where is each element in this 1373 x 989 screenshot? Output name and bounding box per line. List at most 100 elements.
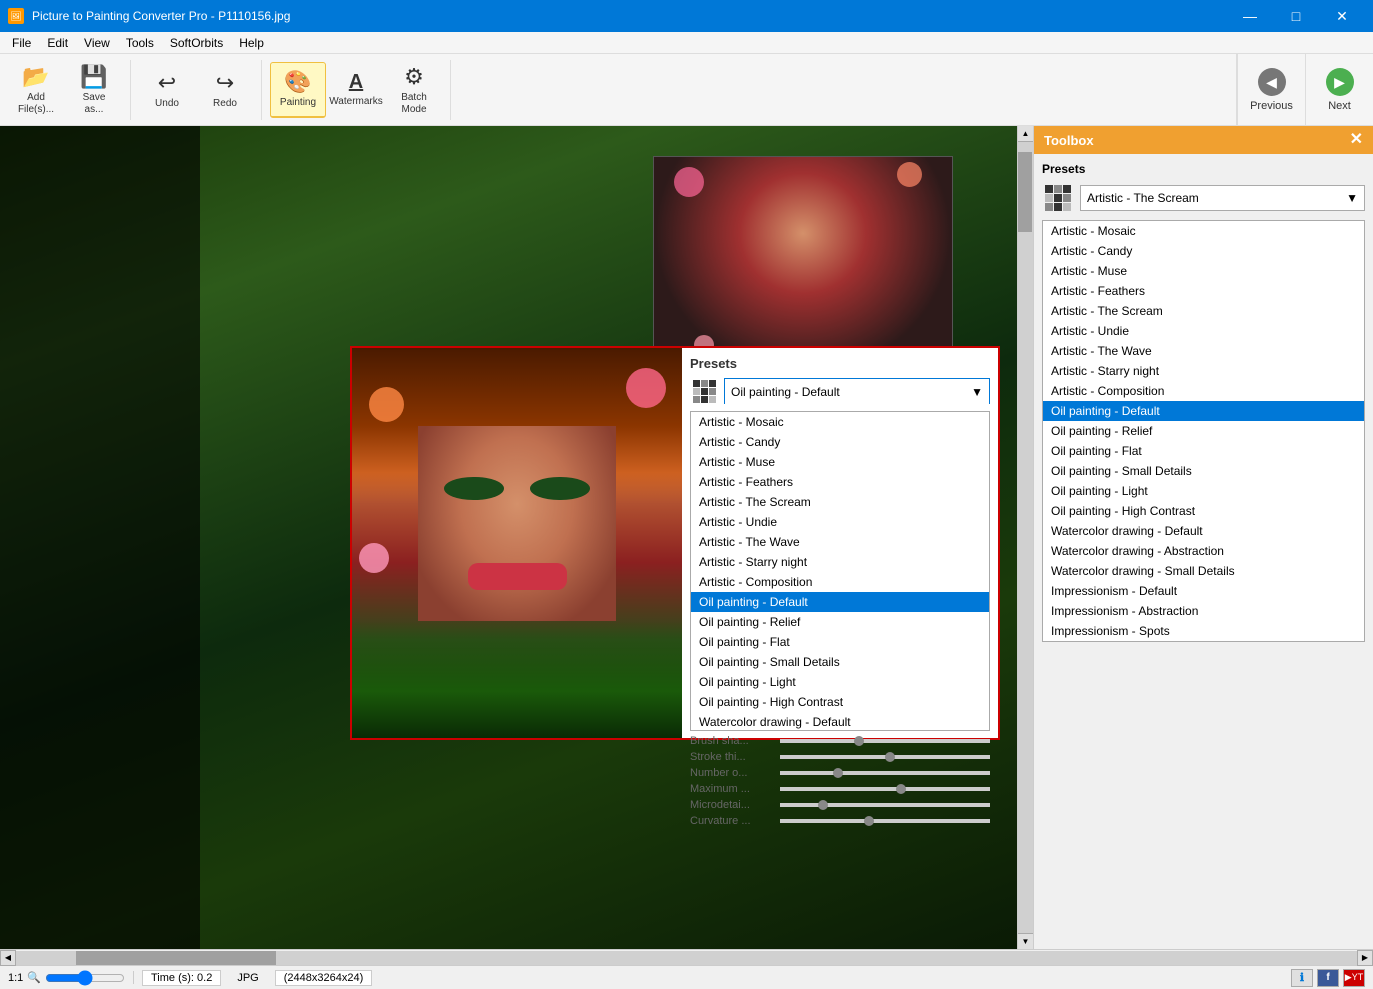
- add-files-button[interactable]: 📂 AddFile(s)...: [8, 62, 64, 118]
- fp-item-starry[interactable]: Artistic - Starry night: [691, 552, 989, 572]
- floating-presets-title: Presets: [690, 356, 990, 371]
- fp-item-feathers[interactable]: Artistic - Feathers: [691, 472, 989, 492]
- slider-stroke-track[interactable]: [780, 755, 990, 759]
- tb-item-starry[interactable]: Artistic - Starry night: [1043, 361, 1364, 381]
- painting-button[interactable]: 🎨 Painting: [270, 62, 326, 118]
- tb-item-oil-flat[interactable]: Oil painting - Flat: [1043, 441, 1364, 461]
- batch-mode-label: BatchMode: [401, 92, 427, 116]
- fp-item-wc-default[interactable]: Watercolor drawing - Default: [691, 712, 989, 731]
- menu-file[interactable]: File: [4, 34, 39, 52]
- slider-microdetail: Microdetai...: [690, 799, 990, 811]
- batch-mode-button[interactable]: ⚙ BatchMode: [386, 62, 442, 118]
- slider-curv-track[interactable]: [780, 819, 990, 823]
- menu-help[interactable]: Help: [231, 34, 272, 52]
- fp-item-candy[interactable]: Artistic - Candy: [691, 432, 989, 452]
- youtube-button[interactable]: ▶YT: [1343, 969, 1365, 987]
- toolbox-title: Toolbox: [1044, 133, 1094, 148]
- watermarks-button[interactable]: A Watermarks: [328, 62, 384, 118]
- fp-item-oil-flat[interactable]: Oil painting - Flat: [691, 632, 989, 652]
- maximize-button[interactable]: □: [1273, 0, 1319, 32]
- slider-number-track[interactable]: [780, 771, 990, 775]
- menu-edit[interactable]: Edit: [39, 34, 76, 52]
- save-as-button[interactable]: 💾 Saveas...: [66, 62, 122, 118]
- redo-button[interactable]: ↪ Redo: [197, 62, 253, 118]
- previous-button[interactable]: ◀ Previous: [1237, 54, 1305, 126]
- toolbar: 📂 AddFile(s)... 💾 Saveas... ↩ Undo ↪ Red…: [0, 54, 1373, 126]
- info-button[interactable]: ℹ: [1291, 969, 1313, 987]
- toolbox-preset-list: Artistic - Mosaic Artistic - Candy Artis…: [1042, 220, 1365, 642]
- undo-button[interactable]: ↩ Undo: [139, 62, 195, 118]
- tb-item-oil-default[interactable]: Oil painting - Default: [1043, 401, 1364, 421]
- slider-max-thumb[interactable]: [896, 784, 906, 794]
- vertical-scrollbar[interactable]: ▲ ▼: [1017, 126, 1033, 949]
- fp-item-undie[interactable]: Artistic - Undie: [691, 512, 989, 532]
- tb-item-muse[interactable]: Artistic - Muse: [1043, 261, 1364, 281]
- slider-micro-label: Microdetai...: [690, 799, 780, 811]
- tb-item-composition[interactable]: Artistic - Composition: [1043, 381, 1364, 401]
- fp-item-muse[interactable]: Artistic - Muse: [691, 452, 989, 472]
- fp-item-oil-high-contrast[interactable]: Oil painting - High Contrast: [691, 692, 989, 712]
- fp-item-mosaic[interactable]: Artistic - Mosaic: [691, 412, 989, 432]
- scroll-right-button[interactable]: ▶: [1357, 950, 1373, 966]
- menu-tools[interactable]: Tools: [118, 34, 162, 52]
- tb-item-imp-default[interactable]: Impressionism - Default: [1043, 581, 1364, 601]
- tb-item-feathers[interactable]: Artistic - Feathers: [1043, 281, 1364, 301]
- toolbox-close-button[interactable]: ✕: [1350, 132, 1363, 148]
- tb-item-oil-relief[interactable]: Oil painting - Relief: [1043, 421, 1364, 441]
- tb-item-candy[interactable]: Artistic - Candy: [1043, 241, 1364, 261]
- h-scroll-thumb[interactable]: [76, 951, 276, 965]
- slider-number-thumb[interactable]: [833, 768, 843, 778]
- slider-stroke-thumb[interactable]: [885, 752, 895, 762]
- tb-item-oil-light[interactable]: Oil painting - Light: [1043, 481, 1364, 501]
- flower-overlay-1: [626, 368, 666, 408]
- fp-item-composition[interactable]: Artistic - Composition: [691, 572, 989, 592]
- previous-icon: ◀: [1258, 68, 1286, 96]
- tb-item-wc-default[interactable]: Watercolor drawing - Default: [1043, 521, 1364, 541]
- fp-item-scream[interactable]: Artistic - The Scream: [691, 492, 989, 512]
- canvas-area[interactable]: Presets: [0, 126, 1033, 949]
- close-button[interactable]: ✕: [1319, 0, 1365, 32]
- tb-item-oil-high-contrast[interactable]: Oil painting - High Contrast: [1043, 501, 1364, 521]
- slider-micro-track[interactable]: [780, 803, 990, 807]
- slider-micro-thumb[interactable]: [818, 800, 828, 810]
- scroll-left-button[interactable]: ◀: [0, 950, 16, 966]
- slider-stroke-label: Stroke thi...: [690, 751, 780, 763]
- batch-mode-icon: ⚙: [404, 64, 424, 90]
- scroll-track[interactable]: [1018, 142, 1033, 933]
- tb-item-mosaic[interactable]: Artistic - Mosaic: [1043, 221, 1364, 241]
- fp-item-oil-relief[interactable]: Oil painting - Relief: [691, 612, 989, 632]
- minimize-button[interactable]: —: [1227, 0, 1273, 32]
- menu-softorbits[interactable]: SoftOrbits: [162, 34, 231, 52]
- floating-preset-dropdown[interactable]: Oil painting - Default ▼: [724, 378, 990, 404]
- slider-curv-thumb[interactable]: [864, 816, 874, 826]
- tb-item-wave[interactable]: Artistic - The Wave: [1043, 341, 1364, 361]
- fp-item-oil-default[interactable]: Oil painting - Default: [691, 592, 989, 612]
- tb-item-undie[interactable]: Artistic - Undie: [1043, 321, 1364, 341]
- tb-item-oil-small[interactable]: Oil painting - Small Details: [1043, 461, 1364, 481]
- tb-item-wc-abstraction[interactable]: Watercolor drawing - Abstraction: [1043, 541, 1364, 561]
- h-scroll-track[interactable]: [16, 951, 1357, 965]
- tb-item-scream[interactable]: Artistic - The Scream: [1043, 301, 1364, 321]
- slider-brush-track[interactable]: [780, 739, 990, 743]
- tb-item-imp-abstraction[interactable]: Impressionism - Abstraction: [1043, 601, 1364, 621]
- tb-item-wc-small[interactable]: Watercolor drawing - Small Details: [1043, 561, 1364, 581]
- fp-item-wave[interactable]: Artistic - The Wave: [691, 532, 989, 552]
- canvas-portrait-top: [653, 156, 953, 376]
- fp-item-oil-small[interactable]: Oil painting - Small Details: [691, 652, 989, 672]
- horizontal-scrollbar[interactable]: ◀ ▶: [0, 949, 1373, 965]
- slider-max-track[interactable]: [780, 787, 990, 791]
- next-button[interactable]: ▶ Next: [1305, 54, 1373, 126]
- zoom-slider[interactable]: [45, 972, 125, 984]
- scroll-thumb[interactable]: [1018, 152, 1032, 232]
- scroll-up-button[interactable]: ▲: [1018, 126, 1033, 142]
- toolbox-preset-dropdown[interactable]: Artistic - The Scream ▼: [1080, 185, 1365, 211]
- menu-view[interactable]: View: [76, 34, 118, 52]
- slider-brush-thumb[interactable]: [854, 736, 864, 746]
- icon-cell-3: [709, 380, 716, 387]
- fp-item-oil-light[interactable]: Oil painting - Light: [691, 672, 989, 692]
- window-title: Picture to Painting Converter Pro - P111…: [32, 9, 290, 23]
- tb-item-imp-spots[interactable]: Impressionism - Spots: [1043, 621, 1364, 641]
- facebook-button[interactable]: f: [1317, 969, 1339, 987]
- icon-cell-8: [701, 396, 708, 403]
- scroll-down-button[interactable]: ▼: [1018, 933, 1033, 949]
